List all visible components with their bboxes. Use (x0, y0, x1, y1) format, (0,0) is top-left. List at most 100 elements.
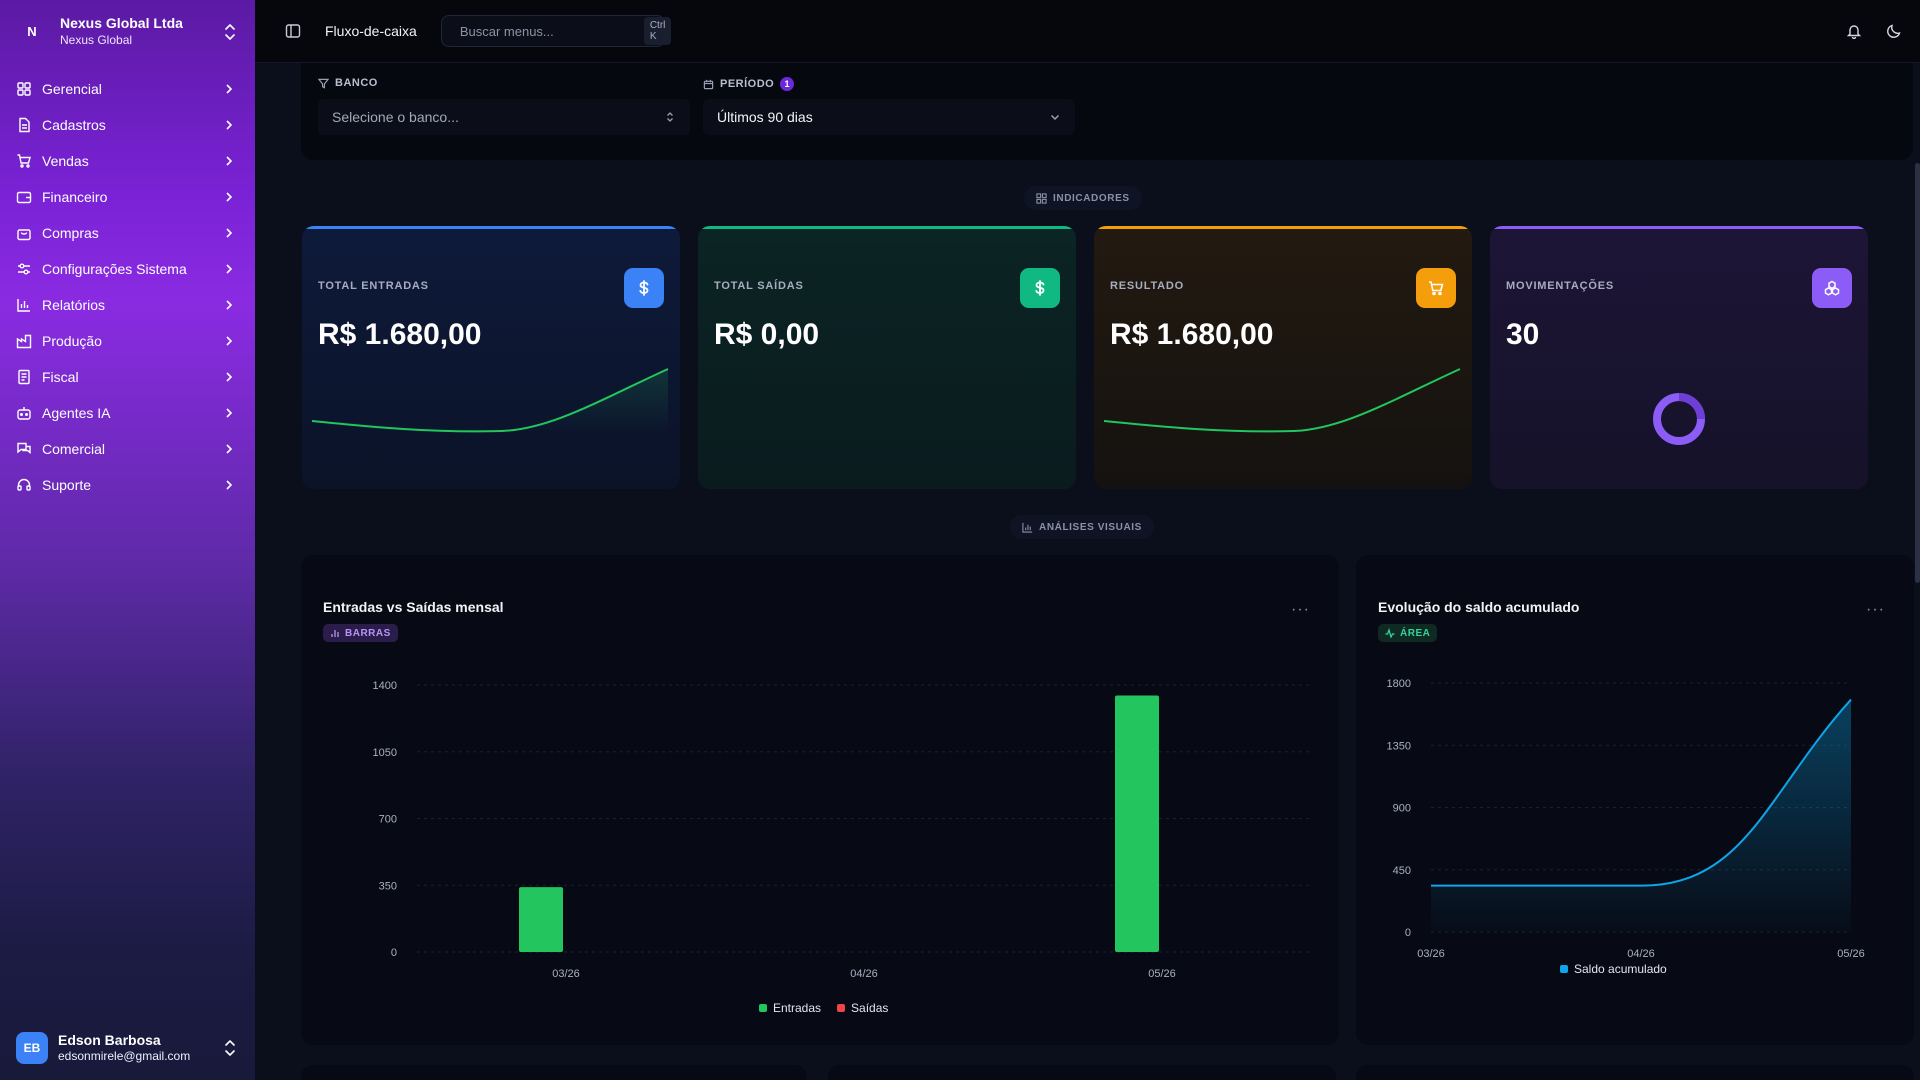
y-tick-label: 450 (1393, 865, 1411, 877)
org-name: Nexus Global Ltda (60, 15, 183, 32)
x-tick-label: 05/26 (1837, 948, 1865, 960)
sidebar-item-label: Relatórios (42, 297, 106, 313)
kpi-sparkline (1104, 368, 1461, 433)
search-input[interactable] (459, 23, 636, 39)
user-menu[interactable]: EB Edson Barbosa edsonmirele@gmail.com (0, 1016, 255, 1080)
x-tick-label: 04/26 (1627, 948, 1655, 960)
user-name: Edson Barbosa (58, 1032, 161, 1049)
kpi-card-total-saidas: TOTAL SAÍDAS R$ 0,00 (698, 226, 1076, 489)
sidebar-item-label: Suporte (42, 477, 92, 493)
banco-filter-label: BANCO (318, 77, 378, 89)
bot-icon (17, 407, 31, 420)
org-switcher[interactable]: N Nexus Global Ltda Nexus Global (0, 0, 255, 63)
chevrons-up-down-icon (225, 1040, 235, 1056)
boxes-icon (1812, 268, 1852, 308)
bottom-card (828, 1065, 1336, 1080)
sidebar-item-agentes-ia[interactable]: Agentes IA (0, 395, 255, 431)
legend-item-saldo[interactable]: Saldo acumulado (1560, 962, 1667, 976)
bar (519, 887, 563, 952)
sidebar-item-producao[interactable]: Produção (0, 323, 255, 359)
filter-panel: BANCO Selecione o banco... PERÍODO 1 Últ… (301, 63, 1913, 160)
kpi-value: 30 (1506, 318, 1540, 351)
chevrons-up-down-icon (225, 23, 235, 40)
grid-icon (1036, 192, 1047, 204)
sliders-icon (18, 263, 30, 275)
sidebar-item-label: Comercial (42, 441, 106, 457)
bar-chart-icon (17, 299, 30, 312)
main-content: BANCO Selecione o banco... PERÍODO 1 Últ… (255, 63, 1920, 1080)
sidebar-item-relatorios[interactable]: Relatórios (0, 287, 255, 323)
kpi-sparkline (312, 368, 669, 433)
sidebar-item-vendas[interactable]: Vendas (0, 143, 255, 179)
kpi-card-resultado: RESULTADO R$ 1.680,00 (1094, 226, 1472, 489)
chevron-right-icon (226, 192, 233, 202)
chevron-right-icon (226, 480, 233, 490)
grid-icon (17, 82, 31, 96)
chevron-right-icon (226, 372, 233, 382)
bar (1115, 695, 1159, 952)
sidebar-item-configuracoes[interactable]: Configurações Sistema (0, 251, 255, 287)
sidebar-item-compras[interactable]: Compras (0, 215, 255, 251)
y-tick-label: 0 (1405, 927, 1411, 939)
sidebar-item-label: Gerencial (42, 81, 102, 97)
x-tick-label: 04/26 (850, 968, 878, 980)
y-tick-label: 1350 (1387, 740, 1411, 752)
sidebar-item-financeiro[interactable]: Financeiro (0, 179, 255, 215)
dollar-icon (1020, 268, 1060, 308)
bottom-card (1356, 1065, 1914, 1080)
kpi-card-movimentacoes: MOVIMENTAÇÕES 30 (1490, 226, 1868, 489)
section-analises: ANÁLISES VISUAIS (1010, 515, 1154, 539)
periodo-label-text: PERÍODO (720, 78, 775, 90)
periodo-select-value: Últimos 90 dias (717, 109, 813, 125)
chevron-right-icon (226, 408, 233, 418)
sidebar-toggle-icon[interactable] (285, 23, 301, 39)
calendar-icon (703, 79, 714, 89)
sidebar-item-label: Vendas (42, 153, 89, 169)
chevron-right-icon (226, 264, 233, 274)
bell-icon[interactable] (1846, 23, 1862, 39)
chevron-right-icon (226, 156, 233, 166)
periodo-select[interactable]: Últimos 90 dias (703, 99, 1075, 135)
chevron-right-icon (226, 336, 233, 346)
sidebar-item-gerencial[interactable]: Gerencial (0, 71, 255, 107)
periodo-filter-label: PERÍODO 1 (703, 77, 795, 91)
sidebar-item-suporte[interactable]: Suporte (0, 467, 255, 503)
kpi-value: R$ 1.680,00 (318, 318, 482, 351)
chevron-right-icon (226, 84, 233, 94)
sidebar-item-label: Produção (42, 333, 102, 349)
sidebar-item-cadastros[interactable]: Cadastros (0, 107, 255, 143)
bottom-card (301, 1065, 807, 1080)
shopping-bag-icon (17, 229, 31, 241)
chevron-right-icon (226, 444, 233, 454)
headset-icon (17, 478, 31, 491)
cart-icon (17, 154, 31, 168)
y-tick-label: 900 (1393, 803, 1411, 815)
chevron-down-icon (1050, 114, 1060, 121)
legend-item-saidas[interactable]: Saídas (837, 1001, 888, 1015)
banco-select[interactable]: Selecione o banco... (318, 99, 690, 135)
search-shortcut: Ctrl K (643, 17, 672, 45)
user-email: edsonmirele@gmail.com (58, 1049, 191, 1064)
legend-item-entradas[interactable]: Entradas (759, 1001, 821, 1015)
sidebar-item-label: Financeiro (42, 189, 108, 205)
chevrons-up-down-icon (667, 112, 673, 122)
kpi-label: TOTAL ENTRADAS (318, 280, 429, 292)
org-logo: N (27, 24, 37, 39)
avatar: EB (16, 1032, 48, 1064)
banco-label-text: BANCO (335, 77, 378, 89)
chevron-right-icon (226, 120, 233, 130)
chart-legend: Entradas Saídas (759, 1001, 888, 1015)
moon-icon[interactable] (1886, 23, 1902, 39)
sidebar-item-fiscal[interactable]: Fiscal (0, 359, 255, 395)
chevron-right-icon (226, 300, 233, 310)
search-box[interactable]: Ctrl K (440, 15, 672, 47)
kpi-accent-bar (1094, 226, 1472, 229)
sidebar-item-comercial[interactable]: Comercial (0, 431, 255, 467)
x-tick-label: 05/26 (1148, 968, 1176, 980)
org-subtitle: Nexus Global (60, 32, 133, 47)
bar-chart-icon (1022, 522, 1033, 533)
legend-label: Saldo acumulado (1574, 962, 1667, 976)
sidebar-item-label: Agentes IA (42, 405, 111, 421)
scrollbar[interactable] (1915, 163, 1920, 583)
kpi-card-total-entradas: TOTAL ENTRADAS R$ 1.680,00 (302, 226, 680, 489)
